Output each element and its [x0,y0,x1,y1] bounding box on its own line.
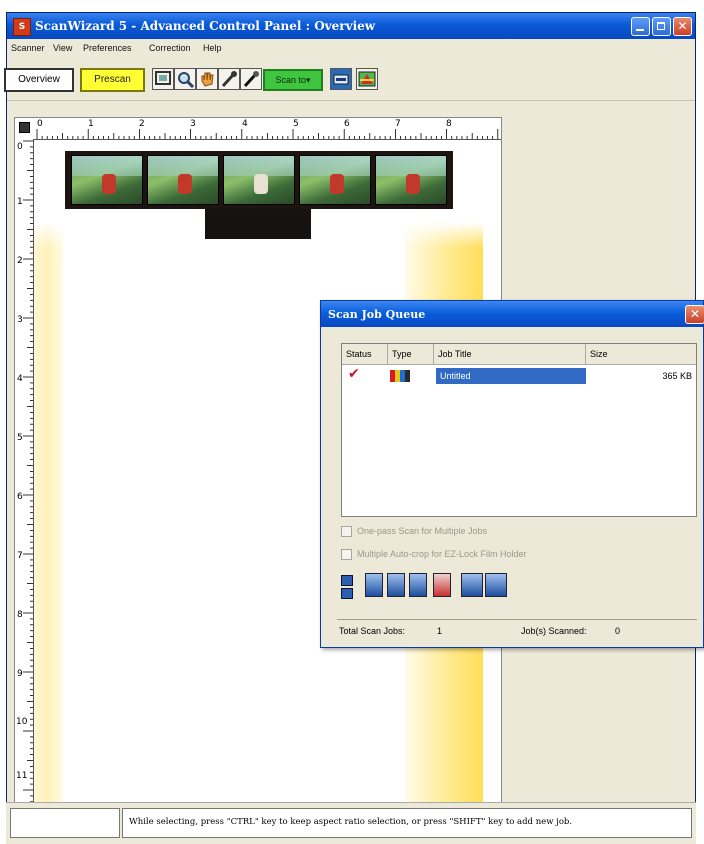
duplicate-job-icon[interactable] [387,573,405,597]
ruler-v-label: 0 [17,142,23,152]
ruler-v-label: 11 [16,771,28,781]
ruler-v-label: 2 [17,256,23,266]
maximize-button[interactable] [652,17,671,36]
ruler-h-label: 7 [395,119,401,129]
menu-scanner[interactable]: Scanner [11,43,45,53]
check-job-icon[interactable] [433,573,451,597]
eyedropper-black-icon[interactable] [240,68,262,90]
scanner-icon[interactable] [330,68,352,90]
status-box-left [10,808,120,838]
one-pass-checkbox[interactable] [341,526,352,538]
job-list[interactable]: Status Type Job Title Size ✔ Untitled 36… [341,343,697,517]
title-bar[interactable]: S ScanWizard 5 - Advanced Control Panel … [7,13,695,39]
film-frame[interactable] [71,155,143,205]
delete-job-icon[interactable] [409,573,427,597]
ruler-h-label: 5 [293,119,299,129]
ruler-v-label: 1 [17,197,23,207]
jobs-scanned-value: 0 [615,626,621,636]
one-pass-option[interactable]: One-pass Scan for Multiple Jobs [341,526,488,538]
film-strip-preview[interactable] [65,151,453,209]
queue-footer: Total Scan Jobs: 1 Job(s) Scanned: 0 [337,619,697,644]
ruler-h-label: 3 [190,119,196,129]
overview-button[interactable]: Overview [4,68,74,92]
film-frame[interactable] [147,155,219,205]
eyedropper-white-icon[interactable] [218,68,240,90]
job-list-header: Status Type Job Title Size [342,344,696,365]
prescan-button[interactable]: Prescan [80,68,145,92]
ruler-h-label: 4 [242,119,248,129]
total-jobs-value: 1 [437,626,443,636]
ruler-h-label: 8 [446,119,452,129]
status-bar: While selecting, press "CTRL" key to kee… [6,802,696,844]
queue-close-button[interactable]: ✕ [685,305,704,324]
one-pass-label: One-pass Scan for Multiple Jobs [357,526,488,536]
job-size-cell: 365 KB [662,371,692,381]
move-up-icon[interactable] [341,575,353,586]
ruler-vertical-ticks [23,140,33,802]
column-type[interactable]: Type [388,344,434,364]
save-load-icon[interactable] [461,573,483,597]
total-jobs-label: Total Scan Jobs: [339,626,406,636]
ruler-v-label: 5 [17,433,23,443]
job-title-cell[interactable]: Untitled [436,368,586,384]
status-check-icon: ✔ [348,366,360,382]
multi-autocrop-checkbox[interactable] [341,549,352,561]
multi-autocrop-label: Multiple Auto-crop for EZ-Lock Film Hold… [357,549,527,559]
scan-job-queue-dialog: Scan Job Queue ✕ Status Type Job Title S… [320,300,704,648]
film-frame[interactable] [223,155,295,205]
minimize-button[interactable] [631,17,650,36]
menu-correction[interactable]: Correction [149,43,191,53]
app-icon: S [13,18,31,36]
ruler-v-label: 7 [17,551,23,561]
column-status[interactable]: Status [342,344,388,364]
status-message: While selecting, press "CTRL" key to kee… [122,808,692,838]
ruler-v-label: 10 [16,717,28,727]
jobs-scanned-label: Job(s) Scanned: [521,626,587,636]
scan-to-button[interactable]: Scan to▾ [263,69,323,91]
save-queue-icon[interactable] [485,573,507,597]
ruler-h-label: 1 [88,119,94,129]
ruler-v-label: 8 [17,610,23,620]
image-settings-icon[interactable] [356,68,378,90]
ruler-vertical: 0 1 2 3 4 5 6 7 8 9 10 11 [15,139,34,802]
move-down-icon[interactable] [341,588,353,599]
queue-title: Scan Job Queue [328,308,426,321]
film-frame[interactable] [375,155,447,205]
close-button[interactable]: ✕ [673,17,692,36]
column-size[interactable]: Size [586,344,696,364]
film-frame[interactable] [299,155,371,205]
queue-title-bar[interactable]: Scan Job Queue ✕ [321,301,704,327]
ruler-v-label: 4 [17,374,23,384]
menu-preferences[interactable]: Preferences [83,43,132,53]
ruler-v-label: 9 [17,669,23,679]
column-job-title[interactable]: Job Title [434,344,586,364]
ruler-h-label: 0 [37,119,43,129]
add-job-icon[interactable] [365,573,383,597]
job-row[interactable]: ✔ Untitled 365 KB [342,366,696,384]
ruler-h-label: 6 [344,119,350,129]
color-type-icon [390,370,410,382]
ruler-v-label: 3 [17,315,23,325]
frame-select-icon[interactable] [152,68,174,90]
ruler-h-label: 2 [139,119,145,129]
multi-autocrop-option[interactable]: Multiple Auto-crop for EZ-Lock Film Hold… [341,549,527,561]
zoom-icon[interactable] [174,68,196,90]
ruler-horizontal: 0 1 2 3 4 5 6 7 8 [15,118,501,140]
window-title: ScanWizard 5 - Advanced Control Panel : … [35,19,376,33]
ruler-v-label: 6 [17,492,23,502]
menu-bar: Scanner View Preferences Correction Help [7,40,695,58]
menu-view[interactable]: View [53,43,72,53]
film-holder-tab [205,209,311,239]
menu-help[interactable]: Help [203,43,222,53]
hand-pan-icon[interactable] [196,68,218,90]
